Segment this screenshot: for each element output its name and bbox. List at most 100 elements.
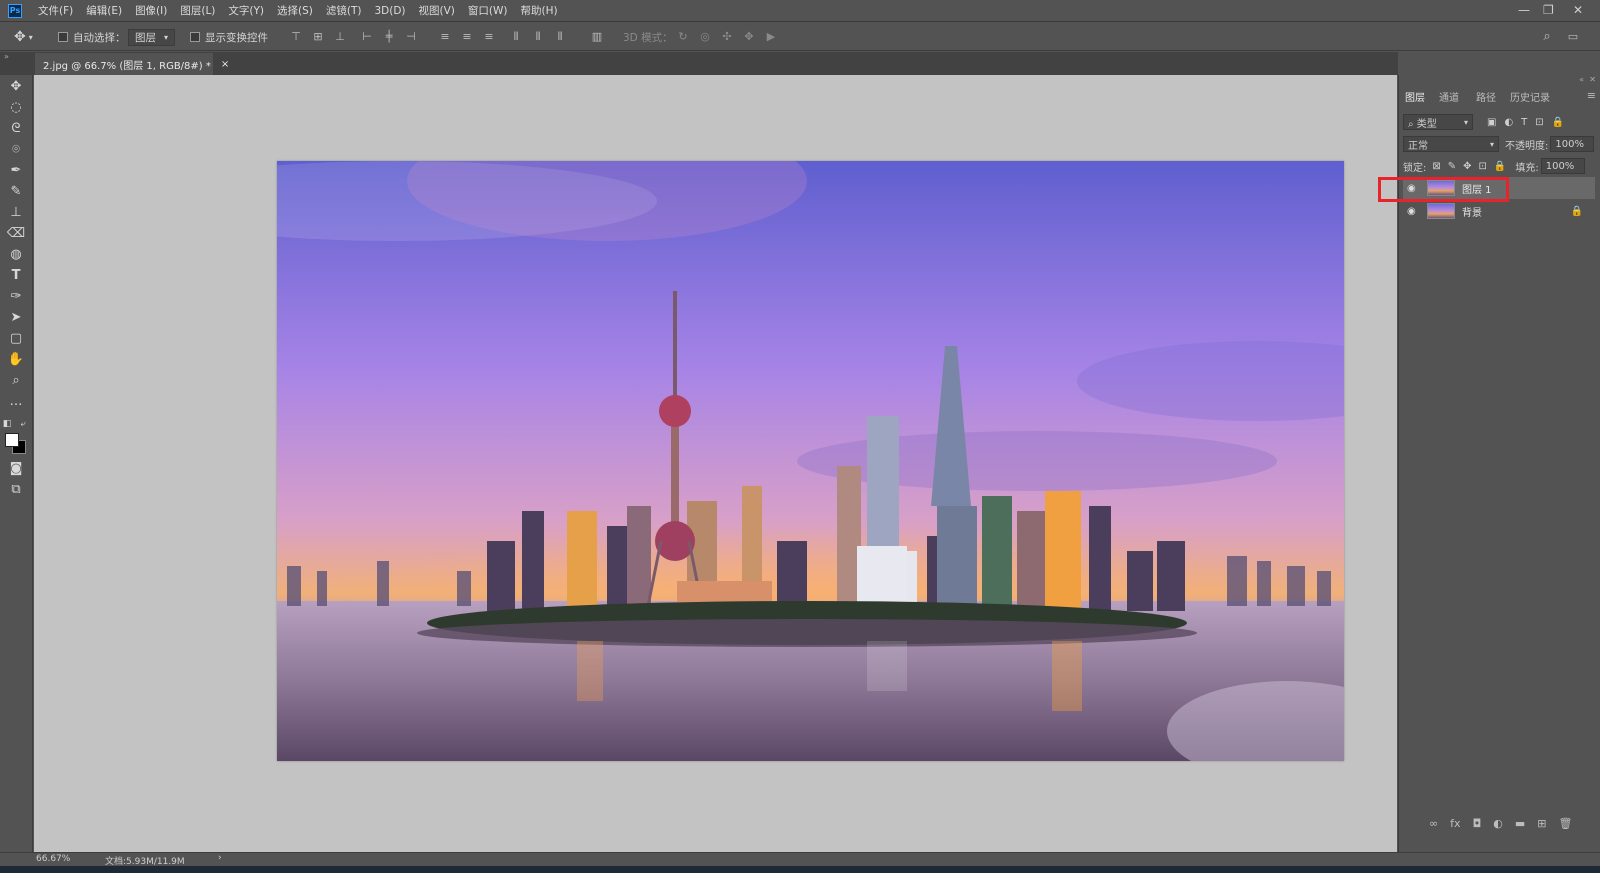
distribute-left-icon[interactable]: ⫴ [509,30,523,44]
filter-icons[interactable]: ▣◐T⊡🔒 [1487,117,1572,128]
blend-mode-dropdown[interactable]: 正常 ▾ [1403,136,1499,152]
type-icon[interactable]: T [6,267,26,285]
tab-layers[interactable]: 图层 [1405,89,1425,104]
menu-image[interactable]: 图像(I) [135,3,167,18]
workspace-icon[interactable]: ▭ [1566,30,1580,44]
align-left-icon[interactable]: ⊢ [360,30,374,44]
status-bar: 66.67% 文档:5.93M/11.9M › [0,852,1600,867]
tools-panel: ✥ ◌ ᘓ ⌾ ✒ ✎ ⊥ ⌫ ◍ T ✑ ➤ ▢ ✋ ⌕ … ◧ ⤶ ◙ ⧉ [0,75,33,852]
chevron-down-icon: ▾ [164,32,169,42]
stamp-icon[interactable]: ⊥ [6,204,26,222]
roll-3d-icon[interactable]: ◎ [698,30,712,44]
default-colors-icon[interactable]: ◧ [2,415,12,433]
panel-menu-icon[interactable]: ≡ [1587,89,1596,102]
pen-icon[interactable]: ✑ [6,288,26,306]
restore-icon[interactable]: ❐ [1543,3,1554,17]
eyedropper-icon[interactable]: ✒ [6,162,26,180]
align-right-icon[interactable]: ⊣ [404,30,418,44]
search-icon[interactable]: ⌕ [1540,30,1554,44]
close-tab-icon[interactable]: × [221,59,229,70]
align-bottom-icon[interactable]: ⊥ [333,30,347,44]
shape-icon[interactable]: ▢ [6,330,26,348]
distribute-right-icon[interactable]: ⫴ [553,30,567,44]
document-tab-title: 2.jpg @ 66.7% (图层 1, RGB/8#) * [43,60,211,72]
menu-view[interactable]: 视图(V) [419,3,455,18]
opacity-input[interactable]: 100% [1550,136,1595,152]
align-hcenter-icon[interactable]: ╪ [382,30,396,44]
close-panel-icon[interactable]: ✕ [1589,75,1596,84]
lock-icons[interactable]: ⊠✎✥⊡🔒 [1432,161,1513,172]
tab-paths[interactable]: 路径 [1476,89,1496,104]
show-transform-label: 显示变换控件 [205,31,268,44]
hand-icon[interactable]: ✋ [6,351,26,369]
distribute-top-icon[interactable]: ≡ [438,30,452,44]
quick-select-icon[interactable]: ⌾ [6,141,26,159]
lock-icon: 🔒 [1570,205,1583,217]
path-select-icon[interactable]: ➤ [6,309,26,327]
rotate-3d-icon[interactable]: ↻ [676,30,690,44]
adjustment-icon[interactable]: ◐ [1493,817,1503,830]
filter-kind-dropdown[interactable]: ⌕ 类型 ▾ [1403,114,1473,130]
minimize-icon[interactable]: — [1518,3,1530,17]
canvas-area[interactable] [34,75,1397,852]
menu-help[interactable]: 帮助(H) [521,3,558,18]
move-icon[interactable]: ✥ [6,78,26,96]
auto-select-label: 自动选择： [73,31,126,44]
menu-window[interactable]: 窗口(W) [468,3,508,18]
mask-icon[interactable]: ◘ [1473,817,1482,830]
show-transform-checkbox[interactable] [190,32,200,42]
eraser-icon[interactable]: ⌫ [6,225,26,243]
more-icon[interactable]: … [6,393,26,411]
collapse-panel-icon[interactable]: « [1579,75,1584,84]
align-top-icon[interactable]: ⊤ [289,30,303,44]
lasso-icon[interactable]: ᘓ [6,120,26,138]
fill-input[interactable]: 100% [1540,158,1585,174]
tab-history[interactable]: 历史记录 [1510,89,1550,104]
marquee-icon[interactable]: ◌ [6,99,26,117]
show-transform-option[interactable]: 显示变换控件 [190,23,268,51]
skyline-image [277,161,1344,761]
menu-3d[interactable]: 3D(D) [374,5,405,17]
eye-icon[interactable]: ◉ [1407,206,1421,217]
screen-mode-icon[interactable]: ⧉ [6,481,26,499]
new-layer-icon[interactable]: ⊞ [1537,817,1546,830]
menu-type[interactable]: 文字(Y) [228,3,264,18]
auto-select-option[interactable]: 自动选择： [58,23,126,51]
layer-highlight-box [1378,177,1509,202]
slide-3d-icon[interactable]: ✥ [742,30,756,44]
auto-select-dropdown[interactable]: 图层 ▾ [128,23,176,51]
menu-file[interactable]: 文件(F) [38,3,73,18]
distribute-bottom-icon[interactable]: ≡ [482,30,496,44]
blur-icon[interactable]: ◍ [6,246,26,264]
auto-align-icon[interactable]: ▥ [590,30,604,44]
quick-mask-icon[interactable]: ◙ [6,460,26,478]
link-icon[interactable]: ∞ [1429,817,1438,830]
lock-label: 锁定: [1403,162,1427,174]
document-tab[interactable]: 2.jpg @ 66.7% (图层 1, RGB/8#) * × [35,53,229,75]
menu-select[interactable]: 选择(S) [277,3,313,18]
distribute-hcenter-icon[interactable]: ⫴ [531,30,545,44]
menu-edit[interactable]: 编辑(E) [86,3,122,18]
foreground-color-swatch[interactable] [5,433,19,447]
close-window-icon[interactable]: ✕ [1573,3,1583,17]
zoom-readout[interactable]: 66.67% [36,854,70,864]
trash-icon[interactable]: 🗑 [1559,817,1573,830]
move-tool-preset[interactable]: ✥ ▾ [14,23,33,51]
group-icon[interactable]: ▬ [1515,817,1525,830]
menu-layer[interactable]: 图层(L) [180,3,215,18]
status-menu-arrow[interactable]: › [218,853,222,863]
fx-icon[interactable]: fx [1450,817,1460,830]
scale-3d-icon[interactable]: ▶ [764,30,778,44]
align-vcenter-icon[interactable]: ⊞ [311,30,325,44]
skyline-photo[interactable] [277,161,1344,761]
distribute-vcenter-icon[interactable]: ≡ [460,30,474,44]
layer-row-background[interactable]: ◉ 背景 🔒 [1403,200,1595,222]
zoom-icon[interactable]: ⌕ [6,372,26,390]
tab-channels[interactable]: 通道 [1439,89,1459,104]
collapse-tools-icon[interactable]: » [4,52,9,61]
menu-filter[interactable]: 滤镜(T) [326,3,362,18]
swap-colors-icon[interactable]: ⤶ [18,415,28,433]
drag-3d-icon[interactable]: ✣ [720,30,734,44]
auto-select-checkbox[interactable] [58,32,68,42]
brush-icon[interactable]: ✎ [6,183,26,201]
